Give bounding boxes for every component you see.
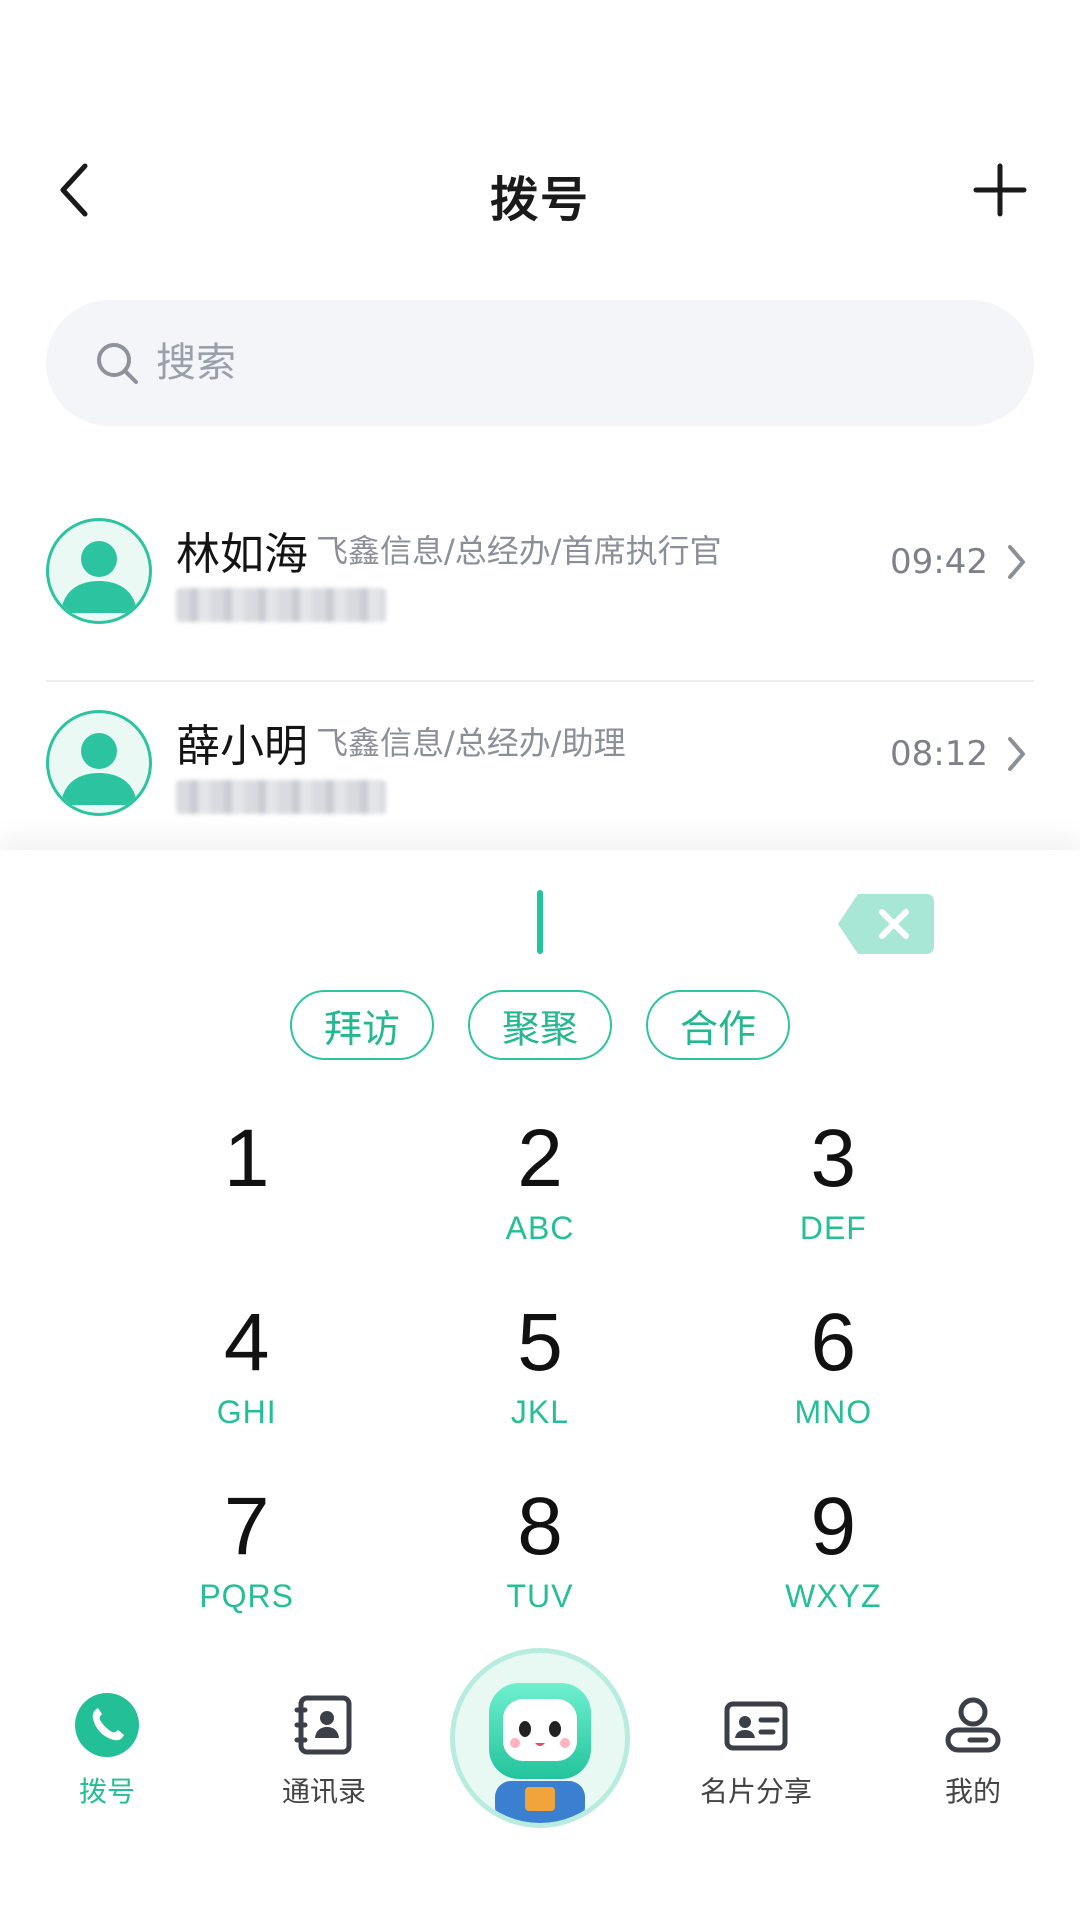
recent-call-list: 林如海 飞鑫信息/总经办/首席执行官 09:42 薛小明 飞鑫信息/总经办/助理… <box>46 490 1034 874</box>
dial-key-5[interactable]: 5 JKL <box>393 1284 686 1468</box>
recent-call-item[interactable]: 薛小明 飞鑫信息/总经办/助理 08:12 <box>46 682 1034 874</box>
key-digit: 4 <box>223 1297 270 1388</box>
backspace-icon <box>838 894 934 954</box>
dial-key-1[interactable]: 1 <box>100 1100 393 1284</box>
tag-chip[interactable]: 聚聚 <box>468 990 612 1060</box>
key-digit: 3 <box>810 1113 857 1204</box>
add-button[interactable] <box>960 150 1040 230</box>
search-icon <box>94 340 140 386</box>
key-digit: 9 <box>810 1481 857 1572</box>
key-digit: 1 <box>223 1113 270 1204</box>
address-book-icon <box>289 1690 359 1760</box>
phone-icon <box>72 1690 142 1760</box>
contact-phone-blurred <box>176 588 386 622</box>
contact-phone-blurred <box>176 780 386 814</box>
key-letters: ABC <box>505 1210 575 1246</box>
tag-chip[interactable]: 拜访 <box>290 990 434 1060</box>
key-digit: 8 <box>517 1481 563 1572</box>
dial-input-cursor[interactable] <box>537 890 543 954</box>
nav-label: 名片分享 <box>699 1775 812 1808</box>
business-card-icon <box>721 1690 791 1760</box>
recent-call-item[interactable]: 林如海 飞鑫信息/总经办/首席执行官 09:42 <box>46 490 1034 682</box>
key-letters: MNO <box>794 1394 873 1430</box>
person-icon <box>61 541 137 613</box>
call-time: 08:12 <box>890 734 988 774</box>
nav-item-contacts[interactable]: 通讯录 <box>234 1690 414 1810</box>
plus-icon <box>973 163 1027 217</box>
key-digit: 5 <box>517 1297 563 1388</box>
nav-label: 我的 <box>944 1775 1001 1808</box>
contact-name: 林如海 <box>176 529 308 580</box>
chevron-right-icon <box>1000 732 1034 776</box>
call-time: 09:42 <box>890 542 988 582</box>
contact-department: 飞鑫信息/总经办/首席执行官 <box>316 532 722 570</box>
user-profile-icon <box>938 1690 1008 1760</box>
contact-department: 飞鑫信息/总经办/助理 <box>316 724 626 762</box>
avatar <box>46 710 152 816</box>
dial-key-7[interactable]: 7 PQRS <box>100 1468 393 1652</box>
nav-item-mine[interactable]: 我的 <box>883 1690 1063 1810</box>
dial-key-6[interactable]: 6 MNO <box>687 1284 980 1468</box>
key-letters: PQRS <box>199 1578 294 1614</box>
page-title: 拨号 <box>489 172 590 228</box>
backspace-button[interactable] <box>836 892 936 956</box>
search-bar[interactable] <box>46 300 1034 426</box>
search-input[interactable] <box>154 339 958 387</box>
dial-key-3[interactable]: 3 DEF <box>687 1100 980 1284</box>
nav-item-card-share[interactable]: 名片分享 <box>666 1690 846 1810</box>
key-letters: TUV <box>506 1578 574 1614</box>
quick-tag-row: 拜访 聚聚 合作 <box>0 990 1080 1060</box>
key-digit: 2 <box>517 1113 563 1204</box>
dial-key-8[interactable]: 8 TUV <box>393 1468 686 1652</box>
dial-key-4[interactable]: 4 GHI <box>100 1284 393 1468</box>
dialpad-keys: 1 2 ABC 3 DEF 4 GHI 5 JKL 6 MNO 7 PQRS 8… <box>100 1100 980 1652</box>
dial-key-9[interactable]: 9 WXYZ <box>687 1468 980 1652</box>
person-icon <box>61 733 137 805</box>
key-letters: WXYZ <box>785 1578 882 1614</box>
key-letters: JKL <box>510 1394 570 1430</box>
key-digit: 7 <box>223 1481 270 1572</box>
key-letters: GHI <box>216 1394 277 1430</box>
key-digit: 6 <box>810 1297 857 1388</box>
assistant-mascot-button[interactable] <box>450 1648 630 1828</box>
avatar <box>46 518 152 624</box>
key-letters: DEF <box>799 1210 867 1246</box>
dial-key-2[interactable]: 2 ABC <box>393 1100 686 1284</box>
nav-label: 拨号 <box>78 1775 135 1808</box>
nav-label: 通讯录 <box>281 1775 366 1808</box>
robot-mascot-icon <box>489 1683 591 1823</box>
contact-name: 薛小明 <box>176 721 308 772</box>
chevron-right-icon <box>1000 540 1034 584</box>
tag-chip[interactable]: 合作 <box>646 990 790 1060</box>
nav-item-dial[interactable]: 拨号 <box>17 1690 197 1810</box>
